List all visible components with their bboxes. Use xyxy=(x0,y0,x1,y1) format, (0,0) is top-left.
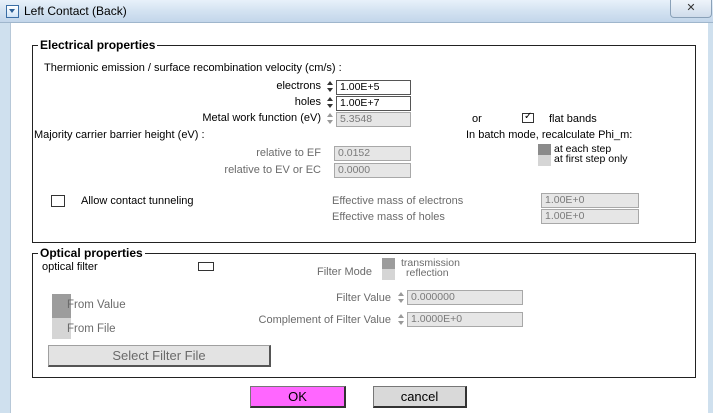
flat-bands-label: flat bands xyxy=(549,113,597,125)
holes-spinner[interactable] xyxy=(325,96,335,110)
from-value-label: From Value xyxy=(67,299,126,311)
allow-tunneling-label: Allow contact tunneling xyxy=(81,195,194,207)
work-function-spinner[interactable] xyxy=(325,112,335,126)
or-label: or xyxy=(472,113,482,125)
complement-label: Complement of Filter Value xyxy=(258,314,391,326)
work-function-label: Metal work function (eV) xyxy=(202,112,321,124)
complement-field[interactable]: 1.0000E+0 xyxy=(407,312,523,327)
batch-mode-toggle[interactable] xyxy=(538,144,551,166)
relative-ev-label: relative to EV or EC xyxy=(224,164,321,176)
window-title: Left Contact (Back) xyxy=(24,4,127,18)
allow-tunneling-checkbox[interactable] xyxy=(51,195,65,207)
select-filter-file-button[interactable]: Select Filter File xyxy=(48,345,271,367)
title-bar: Left Contact (Back) ✕ xyxy=(0,0,713,23)
relative-ef-label: relative to EF xyxy=(256,147,321,159)
ok-button[interactable]: OK xyxy=(250,386,346,408)
batch-mode-label: In batch mode, recalculate Phi_m: xyxy=(466,129,633,141)
filter-value-field[interactable]: 0.000000 xyxy=(407,290,523,305)
dialog-body: Electrical properties Thermionic emissio… xyxy=(10,23,708,413)
filter-value-label: Filter Value xyxy=(336,292,391,304)
check-icon: ✓ xyxy=(524,111,533,122)
mode-reflection-label: reflection xyxy=(406,267,449,279)
optical-properties-title: Optical properties xyxy=(38,246,145,260)
electrical-properties-title: Electrical properties xyxy=(38,38,158,52)
filter-mode-label: Filter Mode xyxy=(317,266,373,278)
thermionic-label: Thermionic emission / surface recombinat… xyxy=(44,62,342,74)
relative-ev-field[interactable]: 0.0000 xyxy=(334,163,411,178)
optical-filter-label: optical filter xyxy=(42,261,98,273)
at-first-step-label: at first step only xyxy=(554,153,628,165)
eff-mass-electrons-label: Effective mass of electrons xyxy=(332,195,464,207)
relative-ef-field[interactable]: 0.0152 xyxy=(334,146,411,161)
electrons-field[interactable]: 1.00E+5 xyxy=(336,80,411,95)
app-icon[interactable] xyxy=(6,5,19,18)
optical-filter-checkbox[interactable] xyxy=(198,262,214,271)
from-file-label: From File xyxy=(67,323,116,335)
eff-mass-holes-field[interactable]: 1.00E+0 xyxy=(541,209,639,224)
close-button[interactable]: ✕ xyxy=(670,0,712,18)
work-function-field[interactable]: 5.3548 xyxy=(336,112,411,127)
electrons-spinner[interactable] xyxy=(325,80,335,94)
electrons-label: electrons xyxy=(276,80,321,92)
filter-mode-toggle[interactable] xyxy=(382,258,395,280)
holes-field[interactable]: 1.00E+7 xyxy=(336,96,411,111)
flat-bands-checkbox[interactable]: ✓ xyxy=(522,111,534,123)
majority-barrier-label: Majority carrier barrier height (eV) : xyxy=(34,129,205,141)
complement-spinner[interactable] xyxy=(396,313,406,327)
filter-value-spinner[interactable] xyxy=(396,291,406,305)
cancel-button[interactable]: cancel xyxy=(373,386,467,408)
holes-label: holes xyxy=(294,96,321,108)
eff-mass-holes-label: Effective mass of holes xyxy=(332,211,445,223)
eff-mass-electrons-field[interactable]: 1.00E+0 xyxy=(541,193,639,208)
